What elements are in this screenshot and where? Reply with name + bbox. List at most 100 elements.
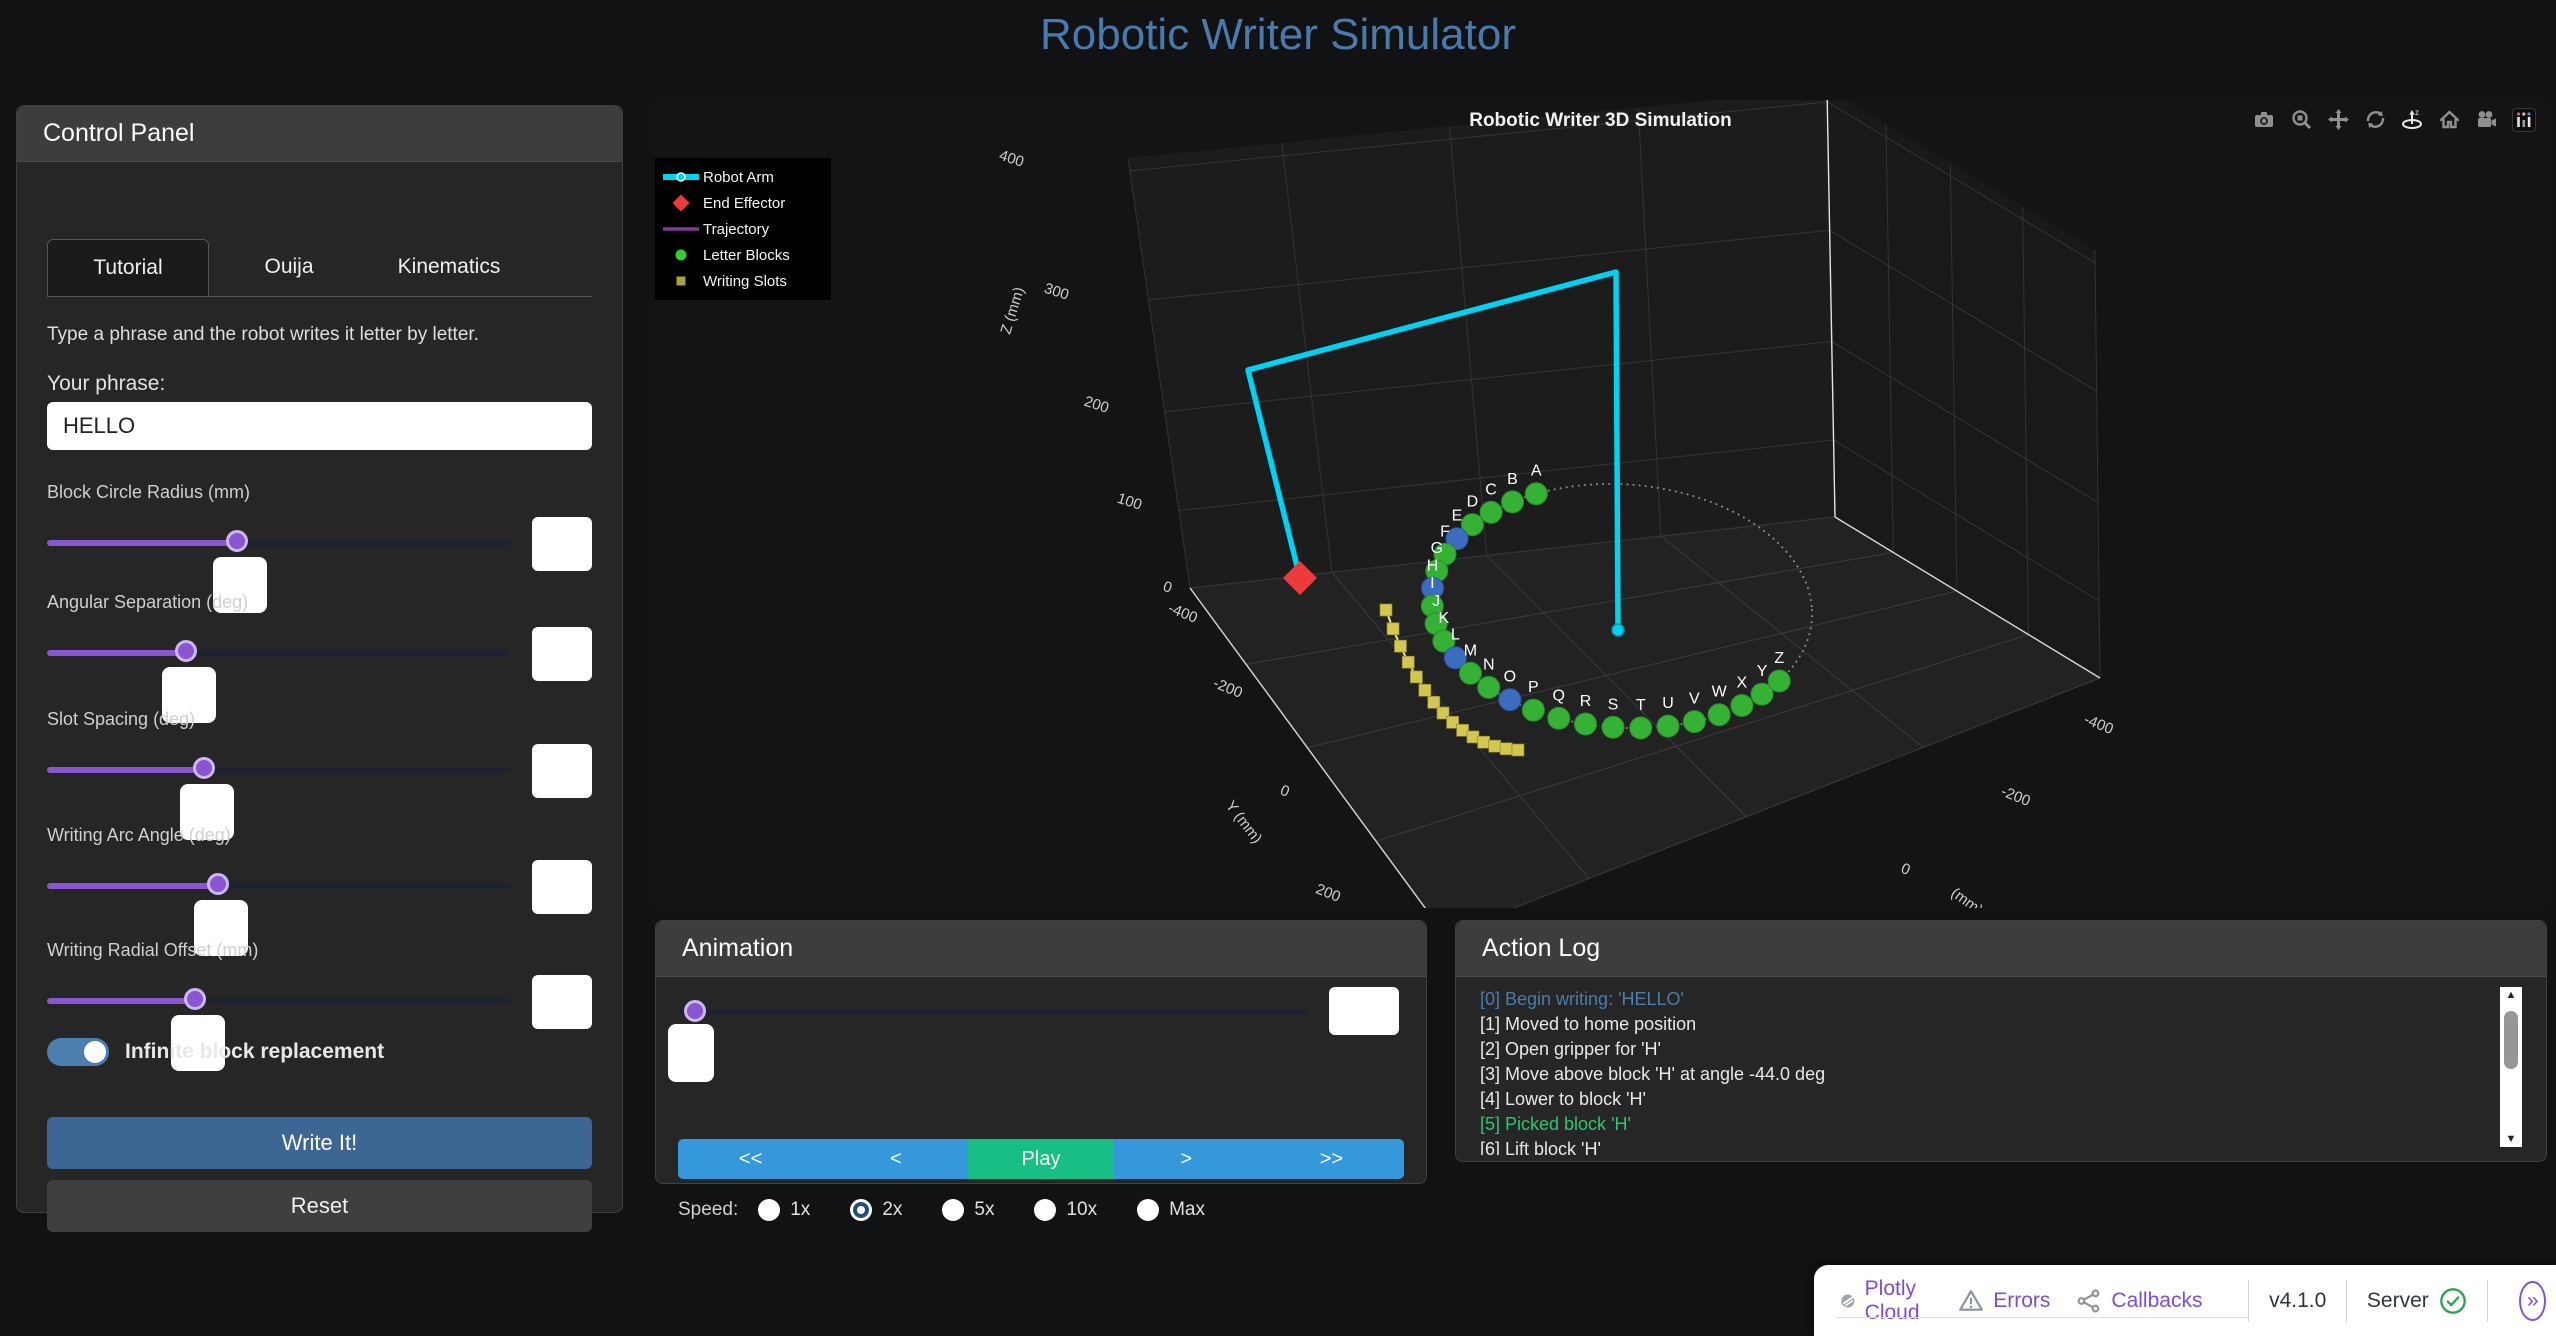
phrase-input[interactable] [47, 402, 592, 450]
slider-value-input[interactable] [532, 517, 592, 571]
devtools-collapse-button[interactable]: » [2519, 1281, 2546, 1321]
axis-tick: -200 [1999, 783, 2033, 810]
log-entry: [3] Move above block 'H' at angle -44.0 … [1480, 1062, 2486, 1087]
legend-item-trajectory[interactable]: Trajectory [659, 216, 827, 242]
phrase-label: Your phrase: [47, 372, 165, 396]
action-log-header: Action Log [1456, 921, 2546, 977]
devtools-separator [2248, 1280, 2249, 1322]
speed-option-max[interactable]: Max [1137, 1199, 1205, 1221]
tab-ouija[interactable]: Ouija [209, 239, 369, 296]
scroll-up-icon[interactable]: ▲ [2500, 989, 2522, 1001]
slider-thumb[interactable] [184, 988, 206, 1010]
pan-icon[interactable] [2327, 108, 2351, 132]
animation-frame-input[interactable] [1329, 987, 1399, 1035]
plotly-logo-icon[interactable] [2512, 108, 2536, 132]
radio-icon[interactable] [1137, 1199, 1159, 1221]
reset-button[interactable]: Reset [47, 1180, 592, 1232]
slider-row [47, 975, 592, 1027]
orbit-icon[interactable] [2364, 108, 2388, 132]
slider-fill [47, 883, 218, 889]
write-button[interactable]: Write It! [47, 1117, 592, 1169]
step-button[interactable]: > [1114, 1139, 1259, 1179]
toggle-knob [84, 1041, 106, 1063]
step-button[interactable]: >> [1259, 1139, 1404, 1179]
slider-value-input[interactable] [532, 627, 592, 681]
legend-item-robot-arm[interactable]: Robot Arm [659, 164, 827, 190]
step-button[interactable]: < [823, 1139, 968, 1179]
letter-block-S [1602, 716, 1624, 738]
svg-text:z: z [2415, 108, 2419, 117]
camera-icon[interactable] [2253, 108, 2277, 132]
action-log-scrollbar[interactable]: ▲ ▼ [2500, 987, 2522, 1147]
axis-tick: -200 [1211, 675, 1245, 702]
animation-slider-thumb[interactable] [684, 1000, 706, 1022]
3d-plot[interactable]: 4003002001000-400-2000200-400-2000Z (mm)… [655, 100, 2546, 908]
radio-icon[interactable] [850, 1199, 872, 1221]
slider-value-input[interactable] [532, 860, 592, 914]
slider-track[interactable] [47, 650, 510, 656]
tab-kinematics[interactable]: Kinematics [369, 239, 529, 296]
axis-tick: 200 [1082, 393, 1111, 417]
slider-track[interactable] [47, 540, 510, 546]
legend-item-letter-blocks[interactable]: Letter Blocks [659, 242, 827, 268]
slider-thumb[interactable] [226, 530, 248, 552]
animation-slider[interactable] [680, 1009, 1307, 1015]
axis-tick: -400 [2082, 711, 2116, 738]
slider-fill [47, 650, 186, 656]
letter-block-B [1502, 491, 1524, 513]
letter-block-O [1499, 689, 1521, 711]
radio-icon[interactable] [1034, 1199, 1056, 1221]
letter-label-Z: Z [1774, 650, 1784, 667]
radio-icon[interactable] [942, 1199, 964, 1221]
axis-tick: Z (mm) [998, 285, 1028, 336]
writing-slot [1428, 696, 1440, 708]
dash-devtools-bar: Plotly Cloud Errors Callbacks v4.1.0 Ser… [1814, 1265, 2556, 1336]
legend-item-end-effector[interactable]: End Effector [659, 190, 827, 216]
devtools-underline [1836, 1317, 2248, 1318]
speed-option-1x[interactable]: 1x [758, 1199, 810, 1221]
errors-link[interactable]: Errors [1958, 1288, 2050, 1314]
scrollbar-thumb[interactable] [2504, 1011, 2518, 1069]
writing-slot [1489, 740, 1501, 752]
letter-block-U [1657, 715, 1679, 737]
step-button[interactable]: << [678, 1139, 823, 1179]
writing-slot [1419, 684, 1431, 696]
slider-thumb[interactable] [193, 757, 215, 779]
legend-item-writing-slots[interactable]: Writing Slots [659, 268, 827, 294]
arm-base-marker [1612, 624, 1624, 636]
zoom-icon[interactable] [2290, 108, 2314, 132]
slider-track[interactable] [47, 998, 510, 1004]
slider-track[interactable] [47, 767, 510, 773]
letter-block-P [1522, 699, 1544, 721]
plotly-cloud-icon [1840, 1288, 1856, 1314]
animation-buttons: <<<Play>>> [678, 1139, 1404, 1179]
speed-option-10x[interactable]: 10x [1034, 1199, 1097, 1221]
callbacks-link[interactable]: Callbacks [2076, 1288, 2202, 1314]
play-button[interactable]: Play [968, 1139, 1113, 1179]
devtools-separator [2346, 1280, 2347, 1322]
slider-thumb[interactable] [207, 873, 229, 895]
slider-value-input[interactable] [532, 744, 592, 798]
turntable-icon[interactable]: z [2401, 108, 2425, 132]
legend-label: End Effector [703, 195, 785, 212]
slider-value-input[interactable] [532, 975, 592, 1029]
tab-tutorial[interactable]: Tutorial [47, 239, 209, 296]
radio-label: 1x [790, 1199, 810, 1221]
slider-row [47, 744, 592, 796]
letter-block-N [1478, 676, 1500, 698]
axis-tick: -400 [1166, 600, 1200, 627]
radio-icon[interactable] [758, 1199, 780, 1221]
log-entry: [0] Begin writing: 'HELLO' [1480, 987, 2486, 1012]
scroll-down-icon[interactable]: ▼ [2500, 1133, 2522, 1145]
speed-option-2x[interactable]: 2x [850, 1199, 902, 1221]
slider-thumb[interactable] [175, 640, 197, 662]
app-root: Robotic Writer Simulator Control Panel T… [0, 0, 2556, 1336]
slider-track[interactable] [47, 883, 510, 889]
speed-option-5x[interactable]: 5x [942, 1199, 994, 1221]
movie-camera-icon[interactable] [2475, 108, 2499, 132]
home-icon[interactable] [2438, 108, 2462, 132]
axis-tick: 0 [1899, 860, 1913, 879]
infinite-replacement-toggle[interactable] [47, 1038, 109, 1066]
devtools-separator [2487, 1280, 2488, 1322]
letter-block-Z [1768, 670, 1790, 692]
